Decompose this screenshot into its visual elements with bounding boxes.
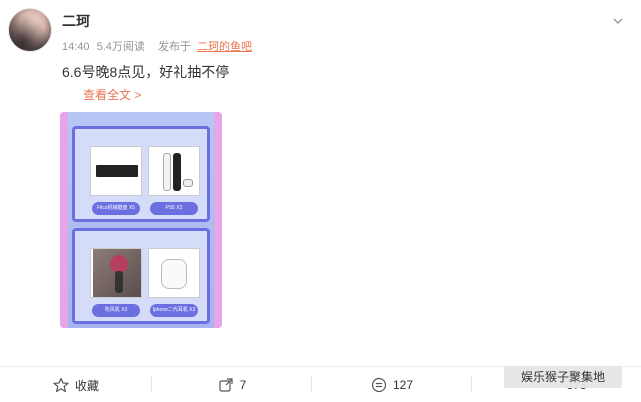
prize-tag: Filco机械键盘 X5 <box>92 202 140 215</box>
post-meta: 14:40 5.4万阅读 发布于 二珂的鱼吧 <box>62 38 256 54</box>
hair-dryer-image <box>90 248 142 298</box>
prize-shelf-top: Filco机械键盘 X5 PS5 X2 <box>72 126 210 222</box>
comment-icon <box>371 377 387 393</box>
ps5-image <box>148 146 200 196</box>
weibo-post: 二珂 14:40 5.4万阅读 发布于 二珂的鱼吧 6.6号晚8点见，好礼抽不停 … <box>0 0 641 402</box>
watermark-label: 娱乐猴子聚集地 <box>504 366 622 388</box>
earbuds-image <box>148 248 200 298</box>
share-count: 7 <box>239 378 247 392</box>
read-more-link[interactable]: 查看全文 > <box>83 86 141 103</box>
prize-tag: 吹风机 X3 <box>92 304 140 317</box>
poster-band-right <box>214 112 222 328</box>
username[interactable]: 二珂 <box>62 11 90 31</box>
favorite-button[interactable]: 收藏 <box>0 367 152 402</box>
view-count: 5.4万阅读 <box>96 41 145 53</box>
avatar[interactable] <box>8 8 52 52</box>
prize-tag: PS5 X2 <box>150 202 198 215</box>
star-icon <box>53 377 69 393</box>
prize-shelf-bottom: 吹风机 X3 Iphone二代耳机 X3 <box>72 228 210 324</box>
post-time[interactable]: 14:40 <box>62 41 90 53</box>
comment-count: 127 <box>392 378 414 392</box>
avatar-image <box>9 9 51 51</box>
source-prefix: 发布于 <box>157 41 191 53</box>
favorite-label: 收藏 <box>74 378 99 393</box>
lottery-poster-image[interactable]: Filco机械键盘 X5 PS5 X2 吹风机 X3 Iphone二代耳机 X3 <box>60 112 222 328</box>
source-link[interactable]: 二珂的鱼吧 <box>197 41 252 53</box>
share-button[interactable]: 7 <box>152 367 312 402</box>
prize-tag: Iphone二代耳机 X3 <box>150 304 198 317</box>
share-icon <box>219 378 233 392</box>
keyboard-image <box>90 146 142 196</box>
poster-band-left <box>60 112 68 328</box>
chevron-down-icon[interactable] <box>611 14 625 28</box>
post-text: 6.6号晚8点见，好礼抽不停 <box>62 64 230 80</box>
comment-button[interactable]: 127 <box>312 367 472 402</box>
